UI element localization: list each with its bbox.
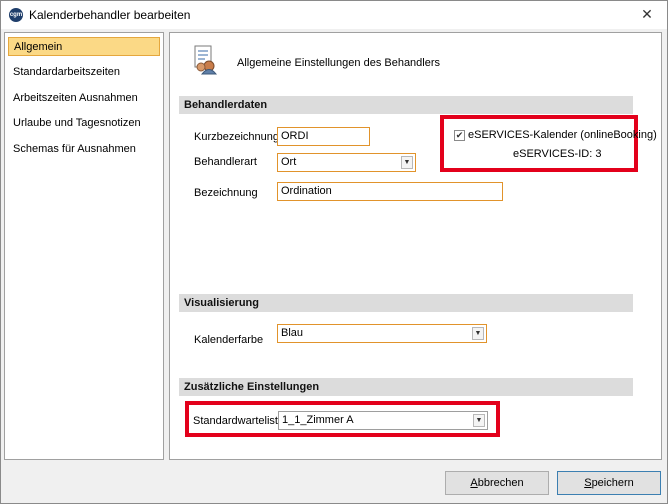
nav-item-standardarbeitszeiten[interactable]: Standardarbeitszeiten (8, 63, 125, 82)
cancel-button-label: bbrechen (477, 477, 524, 489)
save-button-label: peichern (591, 477, 634, 489)
eservices-checkbox[interactable]: ✔ (454, 130, 465, 141)
save-button[interactable]: Speichern (557, 471, 661, 495)
standardwarteliste-value: 1_1_Zimmer A (282, 414, 354, 426)
chevron-down-icon[interactable]: ▼ (473, 414, 485, 427)
nav-item-arbeitszeiten-ausnahmen[interactable]: Arbeitszeiten Ausnahmen (8, 89, 143, 108)
kurzbezeichnung-input[interactable]: ORDI (277, 127, 370, 146)
nav-item-schemas-ausnahmen[interactable]: Schemas für Ausnahmen (8, 140, 141, 159)
settings-nav: Allgemein Standardarbeitszeiten Arbeitsz… (4, 32, 164, 460)
section-behandlerdaten: Behandlerdaten (179, 96, 633, 114)
eservices-label: eSERVICES-Kalender (onlineBooking) (468, 129, 657, 141)
bezeichnung-label: Bezeichnung (194, 187, 258, 199)
section-visualisierung: Visualisierung (179, 294, 633, 312)
nav-item-urlaube-tagesnotizen[interactable]: Urlaube und Tagesnotizen (8, 114, 146, 133)
standardwarteliste-select[interactable]: 1_1_Zimmer A ▼ (278, 411, 488, 430)
eservices-id-text: eSERVICES-ID: 3 (513, 148, 602, 160)
kurzbezeichnung-label: Kurzbezeichnung (194, 131, 280, 143)
settings-document-icon (194, 45, 218, 75)
eservices-highlight-box (440, 115, 638, 172)
kalenderfarbe-value: Blau (281, 327, 304, 339)
page-header-text: Allgemeine Einstellungen des Behandlers (237, 57, 441, 69)
content-panel: Allgemeine Einstellungen des Behandlers … (169, 32, 662, 460)
behandlerart-select[interactable]: Ort ▼ (277, 153, 416, 172)
dialog-window: cgm Kalenderbehandler bearbeiten ✕ Allge… (0, 0, 668, 504)
title-bar: cgm Kalenderbehandler bearbeiten ✕ (1, 1, 667, 29)
chevron-down-icon[interactable]: ▼ (401, 156, 413, 169)
close-button[interactable]: ✕ (633, 3, 661, 25)
kalenderfarbe-label: Kalenderfarbe (194, 334, 264, 346)
behandlerart-label: Behandlerart (194, 156, 257, 168)
kalenderfarbe-select[interactable]: Blau ▼ (277, 324, 487, 343)
section-zusaetzliche-einstellungen: Zusätzliche Einstellungen (179, 378, 633, 396)
behandlerart-value: Ort (281, 156, 297, 168)
nav-item-allgemein[interactable]: Allgemein (8, 37, 160, 56)
window-title: Kalenderbehandler bearbeiten (29, 8, 191, 22)
cancel-button-mnemonic: A (470, 477, 478, 489)
app-logo-icon: cgm (9, 8, 23, 22)
bezeichnung-input[interactable]: Ordination (277, 182, 503, 201)
chevron-down-icon[interactable]: ▼ (472, 327, 484, 340)
standardwarteliste-label: Standardwarteliste (193, 415, 285, 427)
cancel-button[interactable]: Abbrechen (445, 471, 549, 495)
save-button-mnemonic: S (584, 477, 592, 489)
